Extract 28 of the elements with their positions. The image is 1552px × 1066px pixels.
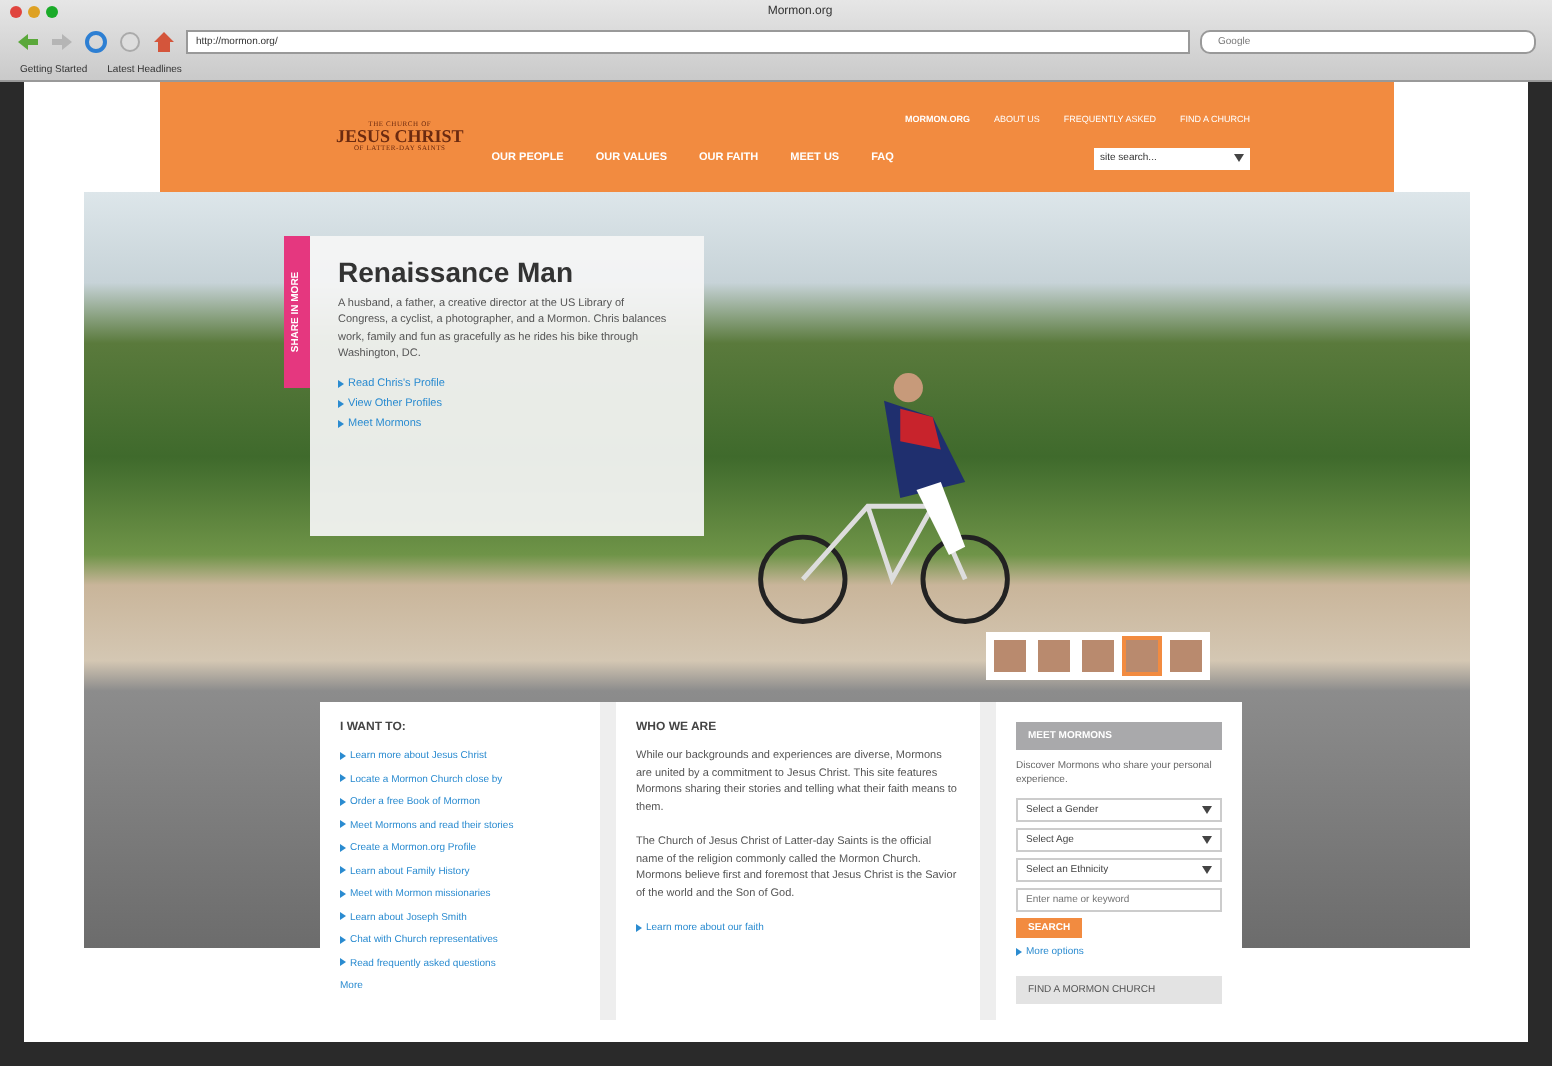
bullet-icon (340, 912, 346, 921)
bullet-icon (636, 923, 642, 932)
caret-icon (1234, 154, 1244, 162)
portrait-thumbnail[interactable] (1122, 636, 1162, 676)
bullet-icon (340, 774, 346, 783)
caret-icon (1202, 806, 1212, 814)
bullet-icon (340, 889, 346, 898)
zoom-button[interactable] (46, 6, 58, 18)
reload-icon[interactable] (84, 30, 108, 54)
bullet-icon (340, 820, 346, 829)
bullet-icon (340, 751, 346, 760)
caret-icon (1202, 836, 1212, 844)
profile-title: Renaissance Man (338, 256, 575, 288)
close-button[interactable] (10, 6, 22, 18)
caret-icon (1202, 866, 1212, 874)
back-icon[interactable] (16, 30, 40, 54)
bullet-icon (338, 399, 344, 408)
bullet-icon (340, 935, 346, 944)
minimize-button[interactable] (28, 6, 40, 18)
bullet-icon (338, 419, 344, 428)
bullet-icon (340, 843, 346, 852)
bullet-icon (340, 866, 346, 875)
bullet-icon (338, 379, 344, 388)
home-icon[interactable] (152, 30, 176, 54)
bullet-icon (340, 958, 346, 967)
bullet-icon (1016, 947, 1022, 956)
stop-icon[interactable] (118, 30, 142, 54)
bullet-icon (340, 797, 346, 806)
